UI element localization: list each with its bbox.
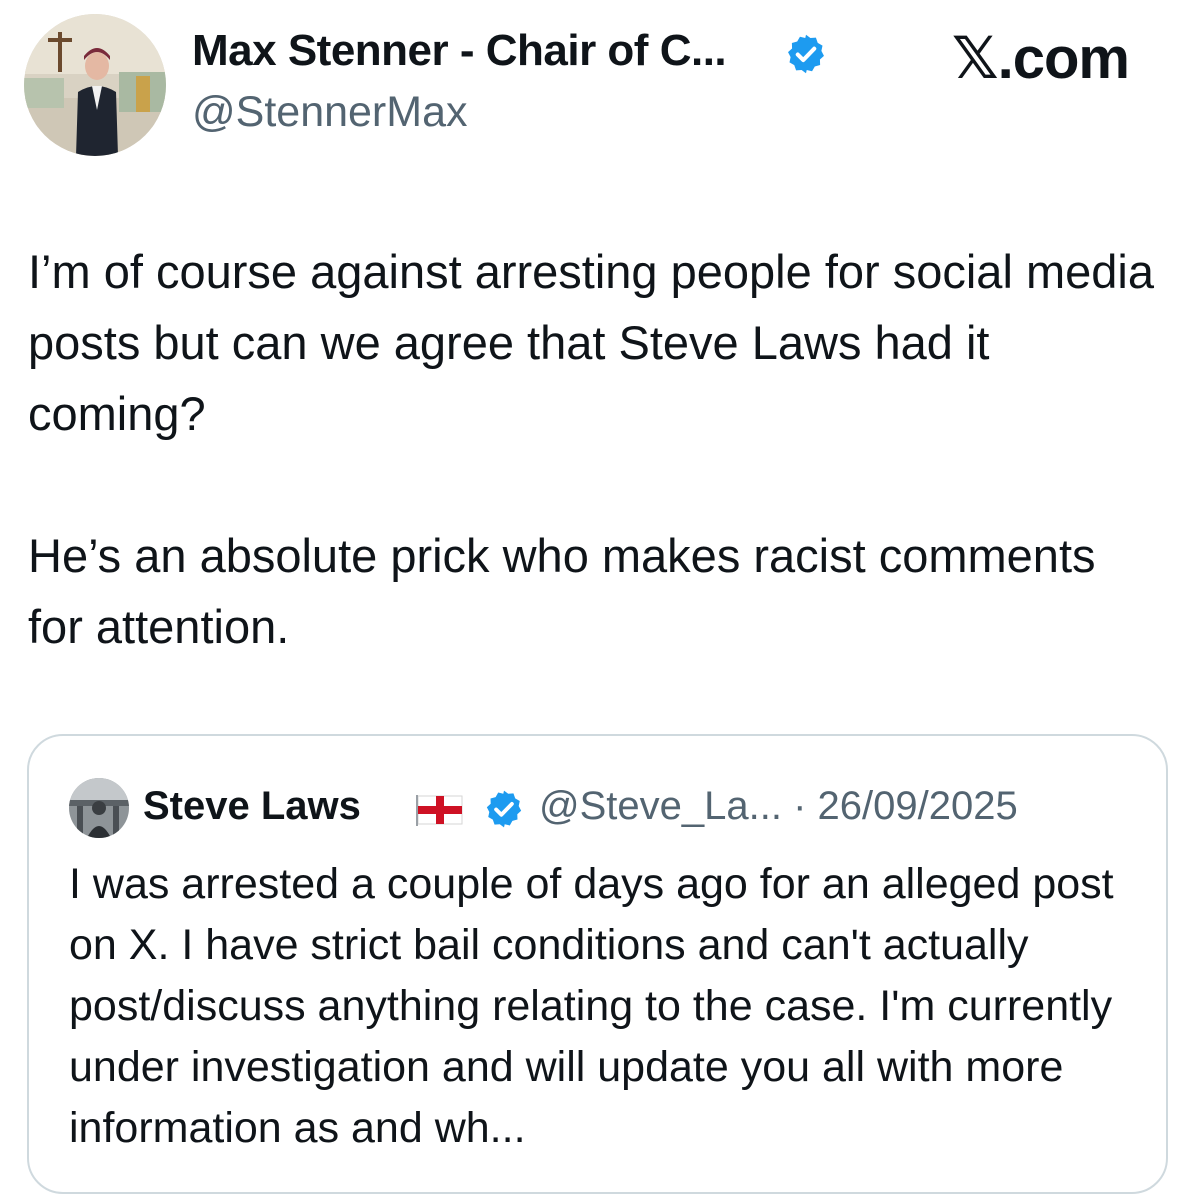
quoted-tweet-header: Steve Laws @Steve_La... · 26/09/2025 xyxy=(69,778,1149,838)
tweet-paragraph: He’s an absolute prick who makes racist … xyxy=(28,529,1109,653)
tweet-text: I’m of course against arresting people f… xyxy=(28,236,1163,662)
england-flag-icon xyxy=(412,792,468,828)
verified-badge-icon xyxy=(784,32,828,76)
meta-separator: · xyxy=(781,784,818,828)
quoted-verified-badge-icon xyxy=(483,788,525,830)
quoted-meta: @Steve_La... · 26/09/2025 xyxy=(539,784,1018,829)
quoted-author-name[interactable]: Steve Laws xyxy=(143,784,361,829)
tweet-header: Max Stenner - Chair of C... @StennerMax … xyxy=(0,0,1185,170)
author-display-name[interactable]: Max Stenner - Chair of C... xyxy=(192,26,727,76)
quoted-date[interactable]: 26/09/2025 xyxy=(818,784,1018,828)
tweet-paragraph: I’m of course against arresting people f… xyxy=(28,245,1168,440)
avatar-photo xyxy=(24,14,166,156)
quoted-author-avatar[interactable] xyxy=(69,778,129,838)
quoted-tweet-card[interactable]: Steve Laws @Steve_La... · 26/09/2025 I w… xyxy=(27,734,1168,1194)
quoted-tweet-text: I was arrested a couple of days ago for … xyxy=(69,860,1114,1152)
quoted-author-handle[interactable]: @Steve_La... xyxy=(539,784,782,828)
x-logo: 𝕏.com xyxy=(951,26,1130,91)
author-handle[interactable]: @StennerMax xyxy=(192,88,468,137)
quoted-avatar-photo xyxy=(69,778,129,838)
author-avatar[interactable] xyxy=(24,14,166,156)
